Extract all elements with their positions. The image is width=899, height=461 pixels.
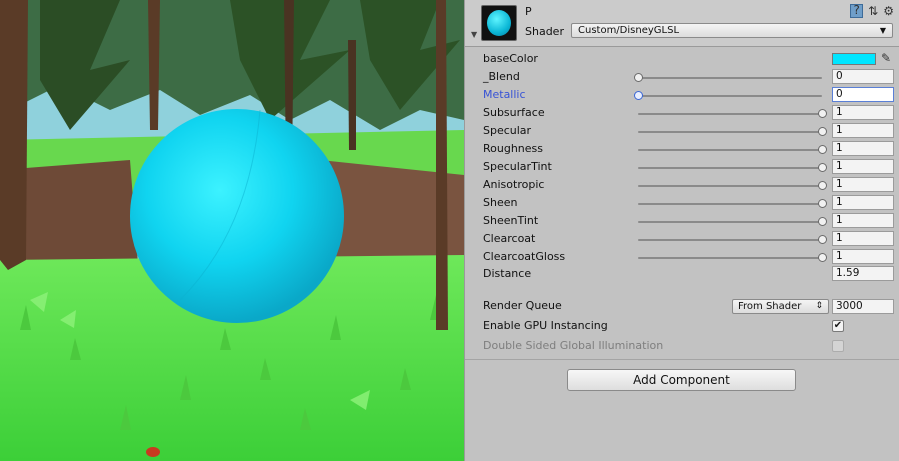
slider-track[interactable]	[638, 257, 822, 259]
slider-thumb[interactable]	[818, 181, 827, 190]
slider-label: Sheen	[483, 196, 518, 209]
sphere-object	[130, 109, 344, 323]
slider-thumb[interactable]	[634, 91, 643, 100]
slider-label: ClearcoatGloss	[483, 250, 566, 263]
slider-value-field[interactable]: 1	[832, 213, 894, 228]
divider	[465, 359, 899, 360]
slider-track[interactable]	[638, 113, 822, 115]
slider-thumb[interactable]	[818, 235, 827, 244]
slider-label: SheenTint	[483, 214, 539, 227]
slider-value-field[interactable]: 1	[832, 177, 894, 192]
slider-value-field[interactable]: 1	[832, 123, 894, 138]
material-name: P	[525, 5, 532, 18]
slider-label: Clearcoat	[483, 232, 536, 245]
base-color-swatch[interactable]	[832, 53, 876, 65]
render-queue-field[interactable]: 3000	[832, 299, 894, 314]
help-book-icon[interactable]: ?	[850, 4, 864, 18]
slider-track[interactable]	[638, 77, 822, 79]
inspector-panel: P ▼ Shader Custom/DisneyGLSL ▼ ? ⇅ ⚙ bas…	[464, 0, 899, 461]
slider-value-field[interactable]: 0	[832, 69, 894, 84]
foldout-arrow-icon[interactable]: ▼	[471, 30, 477, 39]
add-component-button[interactable]: Add Component	[567, 369, 796, 391]
double-sided-gi-checkbox[interactable]	[832, 340, 844, 352]
slider-track[interactable]	[638, 239, 822, 241]
gpu-instancing-label: Enable GPU Instancing	[483, 319, 608, 332]
slider-label: SpecularTint	[483, 160, 552, 173]
dropdown-arrow-icon: ▼	[879, 26, 886, 35]
slider-thumb[interactable]	[818, 199, 827, 208]
double-sided-gi-label: Double Sided Global Illumination	[483, 339, 664, 352]
shader-dropdown[interactable]: Custom/DisneyGLSL ▼	[571, 23, 893, 38]
slider-track[interactable]	[638, 149, 822, 151]
slider-track[interactable]	[638, 95, 822, 97]
gpu-instancing-checkbox[interactable]: ✔	[832, 320, 844, 332]
slider-value-field[interactable]: 0	[832, 87, 894, 102]
slider-thumb[interactable]	[818, 127, 827, 136]
slider-track[interactable]	[638, 203, 822, 205]
distance-field[interactable]: 1.59	[832, 266, 894, 281]
slider-value-field[interactable]: 1	[832, 105, 894, 120]
render-queue-mode: From Shader	[738, 301, 802, 312]
dropdown-updown-icon: ⇕	[815, 301, 823, 311]
scene-viewport[interactable]	[0, 0, 464, 461]
distance-label: Distance	[483, 267, 532, 280]
slider-label: Specular	[483, 124, 532, 137]
eyedropper-icon[interactable]: ✎	[879, 51, 893, 65]
material-header: P ▼ Shader Custom/DisneyGLSL ▼ ? ⇅ ⚙	[465, 0, 899, 47]
preset-icon[interactable]: ⇅	[868, 4, 878, 18]
slider-label: Metallic	[483, 88, 526, 101]
slider-thumb[interactable]	[634, 73, 643, 82]
render-queue-dropdown[interactable]: From Shader ⇕	[732, 299, 829, 314]
settings-gear-icon[interactable]: ⚙	[883, 4, 894, 18]
render-queue-label: Render Queue	[483, 299, 562, 312]
slider-value-field[interactable]: 1	[832, 195, 894, 210]
slider-label: Subsurface	[483, 106, 545, 119]
slider-label: _Blend	[483, 70, 520, 83]
slider-track[interactable]	[638, 185, 822, 187]
slider-thumb[interactable]	[818, 145, 827, 154]
slider-track[interactable]	[638, 221, 822, 223]
material-preview-thumbnail	[481, 5, 517, 41]
slider-thumb[interactable]	[818, 163, 827, 172]
slider-track[interactable]	[638, 131, 822, 133]
base-color-label: baseColor	[483, 52, 538, 65]
slider-thumb[interactable]	[818, 253, 827, 262]
shader-value: Custom/DisneyGLSL	[578, 25, 680, 36]
shader-label: Shader	[525, 25, 564, 38]
slider-value-field[interactable]: 1	[832, 249, 894, 264]
slider-label: Anisotropic	[483, 178, 545, 191]
scene-render	[0, 0, 464, 461]
slider-thumb[interactable]	[818, 217, 827, 226]
slider-label: Roughness	[483, 142, 544, 155]
slider-value-field[interactable]: 1	[832, 231, 894, 246]
slider-value-field[interactable]: 1	[832, 159, 894, 174]
slider-value-field[interactable]: 1	[832, 141, 894, 156]
slider-track[interactable]	[638, 167, 822, 169]
slider-thumb[interactable]	[818, 109, 827, 118]
